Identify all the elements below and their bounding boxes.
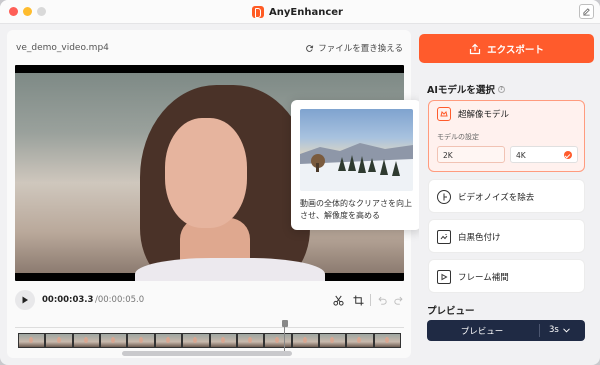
option-4k-label: 4K xyxy=(516,151,526,160)
replace-file-label: ファイルを置き換える xyxy=(318,44,403,54)
app-title: AnyEnhancer xyxy=(252,5,343,19)
model-super-resolution[interactable]: 超解像モデル モデルの設定 2K 4K xyxy=(428,100,585,172)
playhead-handle[interactable] xyxy=(282,320,288,327)
playback-controls: 00:00:03.3 /00:00:05.0 xyxy=(15,288,404,310)
preview-duration-select[interactable]: 3s xyxy=(549,325,570,335)
info-icon[interactable]: ? xyxy=(497,85,505,93)
frame-thumbnail xyxy=(319,334,346,347)
play-icon xyxy=(22,296,28,304)
total-time: /00:00:05.0 xyxy=(95,295,145,305)
frame-thumbnail xyxy=(73,334,100,347)
filmstrip xyxy=(18,333,401,348)
frame-thumbnail xyxy=(183,334,209,347)
crop-icon xyxy=(352,294,364,306)
app-title-text: AnyEnhancer xyxy=(269,6,343,18)
preview-button[interactable]: プレビュー xyxy=(427,325,537,337)
model-head: フレーム補間 xyxy=(437,270,509,284)
title-bar: AnyEnhancer xyxy=(0,0,600,24)
frame-thumbnail xyxy=(46,334,72,347)
redo-button[interactable] xyxy=(393,294,405,306)
controls-divider xyxy=(370,294,371,306)
frame-thumbnail xyxy=(374,334,401,347)
timeline[interactable] xyxy=(15,320,404,352)
model-label: 白黒色付け xyxy=(458,233,501,243)
close-window-button[interactable] xyxy=(9,7,18,16)
undo-button[interactable] xyxy=(376,294,388,306)
cut-button[interactable] xyxy=(332,294,344,306)
checkmark-icon xyxy=(564,151,572,159)
person-shirt xyxy=(135,258,325,281)
frame-thumbnail xyxy=(210,334,236,347)
preview-duration: 3s xyxy=(549,325,559,335)
ai-model-title: AIモデルを選択 xyxy=(427,85,495,96)
zoom-window-button[interactable] xyxy=(37,7,46,16)
option-2k[interactable]: 2K xyxy=(437,146,505,163)
feedback-button[interactable] xyxy=(579,4,594,19)
frame-thumbnail xyxy=(101,334,127,347)
scissors-icon xyxy=(332,295,344,306)
model-label: 超解像モデル xyxy=(458,110,510,120)
crop-button[interactable] xyxy=(352,294,364,306)
pencil-icon xyxy=(583,8,590,16)
frame-thumbnail xyxy=(265,334,291,347)
refresh-icon xyxy=(306,44,314,52)
playhead-line xyxy=(284,327,285,352)
export-button[interactable]: エクスポート xyxy=(419,34,594,63)
horizontal-scrollbar[interactable] xyxy=(122,351,292,356)
model-frame-interpolation[interactable]: フレーム補間 xyxy=(428,259,585,293)
tooltip-description: 動画の全体的なクリアさを向上させ、解像度を高める xyxy=(300,199,412,220)
model-head: 白黒色付け xyxy=(437,230,501,244)
tooltip-preview-image xyxy=(300,109,413,191)
option-4k[interactable]: 4K xyxy=(510,146,578,163)
model-denoise[interactable]: ビデオノイズを除去 xyxy=(428,179,585,213)
interpolate-icon xyxy=(437,270,451,284)
app-logo-icon xyxy=(252,6,264,18)
app-window: AnyEnhancer ve_demo_video.mp4 ファイルを置き換える xyxy=(0,0,600,365)
model-label: フレーム補間 xyxy=(458,273,509,283)
minimize-window-button[interactable] xyxy=(23,7,32,16)
model-label: ビデオノイズを除去 xyxy=(458,193,535,203)
preview-divider xyxy=(539,324,540,337)
current-time: 00:00:03.3 xyxy=(42,295,94,305)
chevron-down-icon xyxy=(562,327,570,333)
play-button[interactable] xyxy=(15,290,35,310)
model-head: ビデオノイズを除去 xyxy=(437,190,534,204)
redo-icon xyxy=(394,296,403,305)
export-label: エクスポート xyxy=(487,44,544,56)
frame-thumbnail xyxy=(19,334,45,347)
model-head: 超解像モデル xyxy=(437,107,509,121)
export-icon xyxy=(470,43,481,54)
person-face xyxy=(165,118,247,228)
timeline-track xyxy=(15,327,404,328)
frame-thumbnail xyxy=(128,334,154,347)
frame-thumbnail xyxy=(155,334,182,347)
ai-model-heading: AIモデルを選択 ? xyxy=(427,82,505,96)
ai-model-panel: AIモデルを選択 ? 超解像モデル モデルの設定 2K 4K ビデオノイズを除去… xyxy=(419,70,594,355)
colorize-icon xyxy=(437,230,451,244)
model-tooltip: 動画の全体的なクリアさを向上させ、解像度を高める xyxy=(291,100,421,230)
frame-thumbnail xyxy=(292,334,318,347)
replace-file-button[interactable]: ファイルを置き換える xyxy=(305,42,403,54)
winter-landscape-image xyxy=(300,143,413,191)
denoise-icon xyxy=(437,190,451,204)
model-colorize[interactable]: 白黒色付け xyxy=(428,219,585,253)
frame-thumbnail xyxy=(237,334,264,347)
undo-icon xyxy=(378,296,387,305)
frame-thumbnail xyxy=(347,334,373,347)
option-2k-label: 2K xyxy=(443,151,453,160)
preview-heading: プレビュー xyxy=(427,306,475,317)
model-setting-label: モデルの設定 xyxy=(437,133,479,141)
file-name: ve_demo_video.mp4 xyxy=(16,43,109,53)
super-resolution-icon xyxy=(437,107,451,121)
preview-bar: プレビュー 3s xyxy=(427,320,585,341)
